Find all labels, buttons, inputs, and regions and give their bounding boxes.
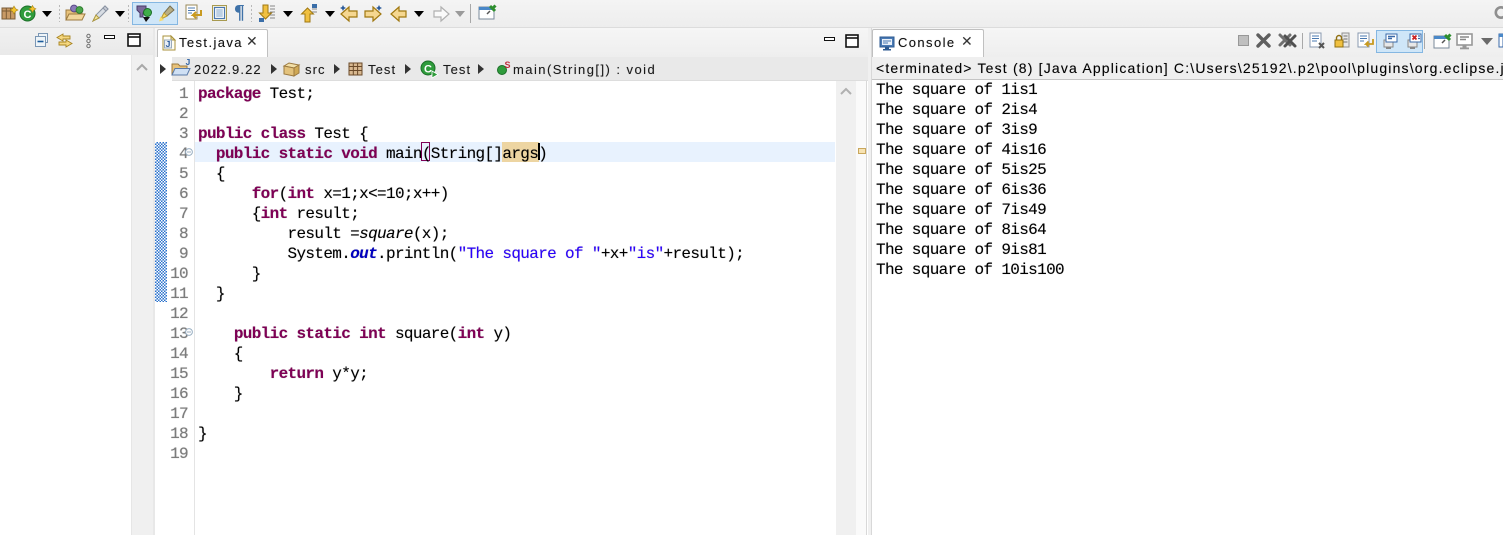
- svg-text:C: C: [424, 64, 432, 76]
- svg-text:C: C: [24, 9, 32, 21]
- svg-text:S: S: [504, 60, 510, 70]
- svg-text:J: J: [185, 58, 190, 68]
- svg-text:J: J: [166, 39, 171, 49]
